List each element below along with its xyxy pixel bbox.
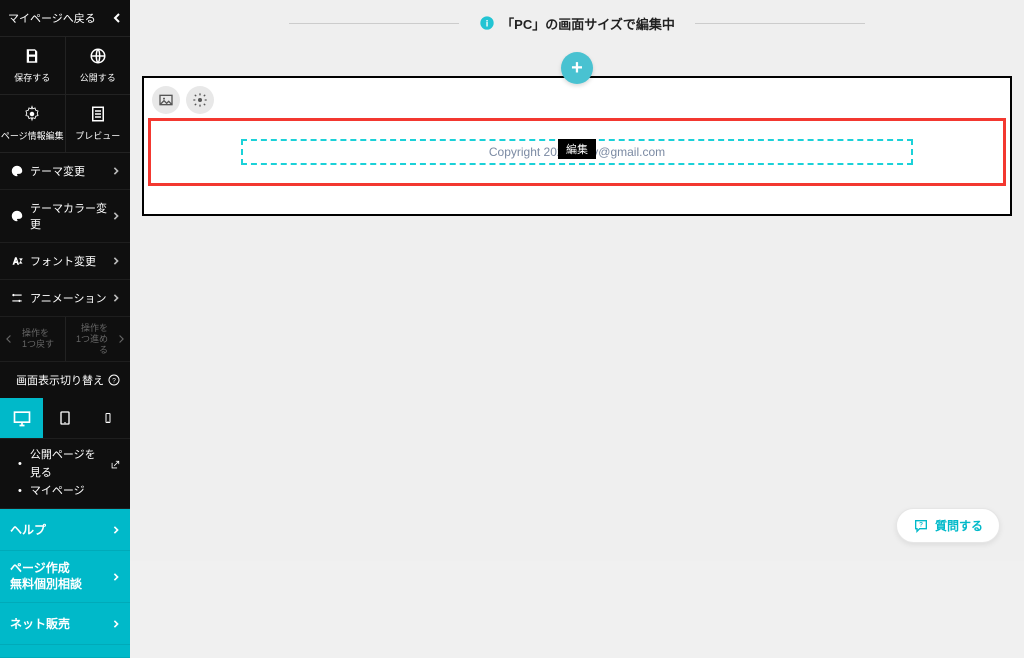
ask-label: 質問する	[935, 517, 983, 534]
save-icon	[23, 47, 41, 65]
chevron-right-icon	[112, 256, 120, 266]
sidebar-extra-section[interactable]	[0, 645, 130, 658]
edit-chip[interactable]: 編集	[558, 139, 596, 159]
palette-icon	[10, 164, 24, 178]
chevron-right-icon	[112, 211, 120, 221]
canvas-frame: + 編集 Copyri	[142, 76, 1012, 216]
sidebar: マイページへ戻る 保存する 公開する	[0, 0, 130, 561]
undo-redo-row: 操作を 1つ戻す 操作を 1つ進める	[0, 317, 130, 362]
undo-line2: 1つ戻す	[22, 339, 54, 349]
device-mobile[interactable]	[87, 398, 130, 438]
chevron-right-icon	[112, 525, 120, 535]
svg-text:?: ?	[112, 378, 116, 385]
chat-icon: ?	[913, 518, 929, 534]
editable-text-region[interactable]: 編集 Copyright 2023 adily@gmail.com	[241, 139, 913, 165]
consult-line1: ページ作成	[10, 561, 70, 575]
main-area: i 「PC」の画面サイズで編集中 +	[130, 0, 1024, 561]
topbar-message: 「PC」の画面サイズで編集中	[501, 14, 675, 33]
quick-links: 公開ページを見る マイページ	[0, 439, 130, 509]
theme-color-row[interactable]: テーマカラー変更	[0, 190, 130, 243]
net-sales-label: ネット販売	[10, 615, 70, 632]
gear-icon	[192, 92, 208, 108]
undo-line1: 操作を	[22, 328, 49, 338]
sliders-icon	[10, 291, 24, 305]
tablet-icon	[57, 408, 73, 428]
back-label: マイページへ戻る	[8, 10, 96, 26]
undo-icon	[4, 332, 18, 346]
chevron-right-icon	[112, 166, 120, 176]
font-icon	[10, 254, 24, 268]
selected-block[interactable]: 編集 Copyright 2023 adily@gmail.com	[148, 118, 1006, 186]
gear-icon	[23, 105, 41, 123]
device-switcher	[0, 398, 130, 439]
chevron-right-icon	[112, 293, 120, 303]
undo-button[interactable]: 操作を 1つ戻す	[0, 317, 65, 361]
publish-label: 公開する	[80, 71, 116, 84]
add-block-button[interactable]: +	[561, 52, 593, 84]
save-publish-row: 保存する 公開する	[0, 37, 130, 95]
device-tablet[interactable]	[43, 398, 86, 438]
svg-text:i: i	[486, 18, 489, 28]
device-desktop[interactable]	[0, 398, 43, 438]
mobile-icon	[102, 408, 114, 428]
link-published-page[interactable]: 公開ページを見る	[18, 447, 120, 482]
preview-button[interactable]: プレビュー	[65, 95, 131, 152]
info-icon: i	[479, 15, 495, 31]
net-sales-section[interactable]: ネット販売	[0, 603, 130, 645]
ask-question-button[interactable]: ? 質問する	[896, 508, 1000, 543]
edit-chip-label: 編集	[566, 144, 588, 156]
topbar: i 「PC」の画面サイズで編集中	[130, 0, 1024, 46]
link-mypage-label: マイページ	[30, 483, 85, 501]
block-toolbar	[152, 86, 214, 114]
display-toggle-label: 画面表示切り替え	[16, 372, 104, 388]
consult-section[interactable]: ページ作成 無料個別相談	[0, 551, 130, 603]
save-button[interactable]: 保存する	[0, 37, 65, 94]
font-label: フォント変更	[30, 253, 96, 269]
plus-icon: +	[571, 57, 583, 80]
image-icon	[158, 92, 174, 108]
pageinfo-label: ページ情報編集	[1, 129, 64, 142]
display-toggle-heading: 画面表示切り替え ?	[0, 362, 130, 398]
link-published-label: 公開ページを見る	[30, 447, 106, 482]
redo-button[interactable]: 操作を 1つ進める	[65, 317, 131, 361]
publish-button[interactable]: 公開する	[65, 37, 131, 94]
consult-line2: 無料個別相談	[10, 577, 82, 591]
chevron-right-icon	[112, 619, 120, 629]
palette-icon	[10, 209, 24, 223]
back-to-mypage[interactable]: マイページへ戻る	[0, 0, 130, 37]
rule-right	[695, 23, 865, 24]
redo-line1: 操作を	[81, 323, 108, 333]
help-circle-icon[interactable]: ?	[108, 374, 120, 386]
redo-line2: 1つ進める	[76, 334, 108, 355]
preview-label: プレビュー	[75, 129, 120, 142]
chevron-right-icon	[112, 572, 120, 582]
theme-row[interactable]: テーマ変更	[0, 153, 130, 190]
save-label: 保存する	[14, 71, 50, 84]
desktop-icon	[12, 408, 32, 428]
external-link-icon	[110, 460, 120, 470]
image-tool-button[interactable]	[152, 86, 180, 114]
help-section[interactable]: ヘルプ	[0, 509, 130, 551]
rule-left	[289, 23, 459, 24]
globe-icon	[89, 47, 107, 65]
chevron-left-icon	[112, 13, 122, 23]
theme-label: テーマ変更	[30, 163, 85, 179]
pageinfo-preview-row: ページ情報編集 プレビュー	[0, 95, 130, 153]
document-icon	[89, 105, 107, 123]
font-row[interactable]: フォント変更	[0, 243, 130, 280]
theme-color-label: テーマカラー変更	[30, 200, 112, 232]
animation-row[interactable]: アニメーション	[0, 280, 130, 317]
help-label: ヘルプ	[10, 521, 46, 538]
redo-icon	[112, 332, 126, 346]
svg-text:?: ?	[919, 521, 923, 528]
animation-label: アニメーション	[30, 290, 107, 306]
settings-tool-button[interactable]	[186, 86, 214, 114]
pageinfo-button[interactable]: ページ情報編集	[0, 95, 65, 152]
link-mypage[interactable]: マイページ	[18, 483, 120, 501]
